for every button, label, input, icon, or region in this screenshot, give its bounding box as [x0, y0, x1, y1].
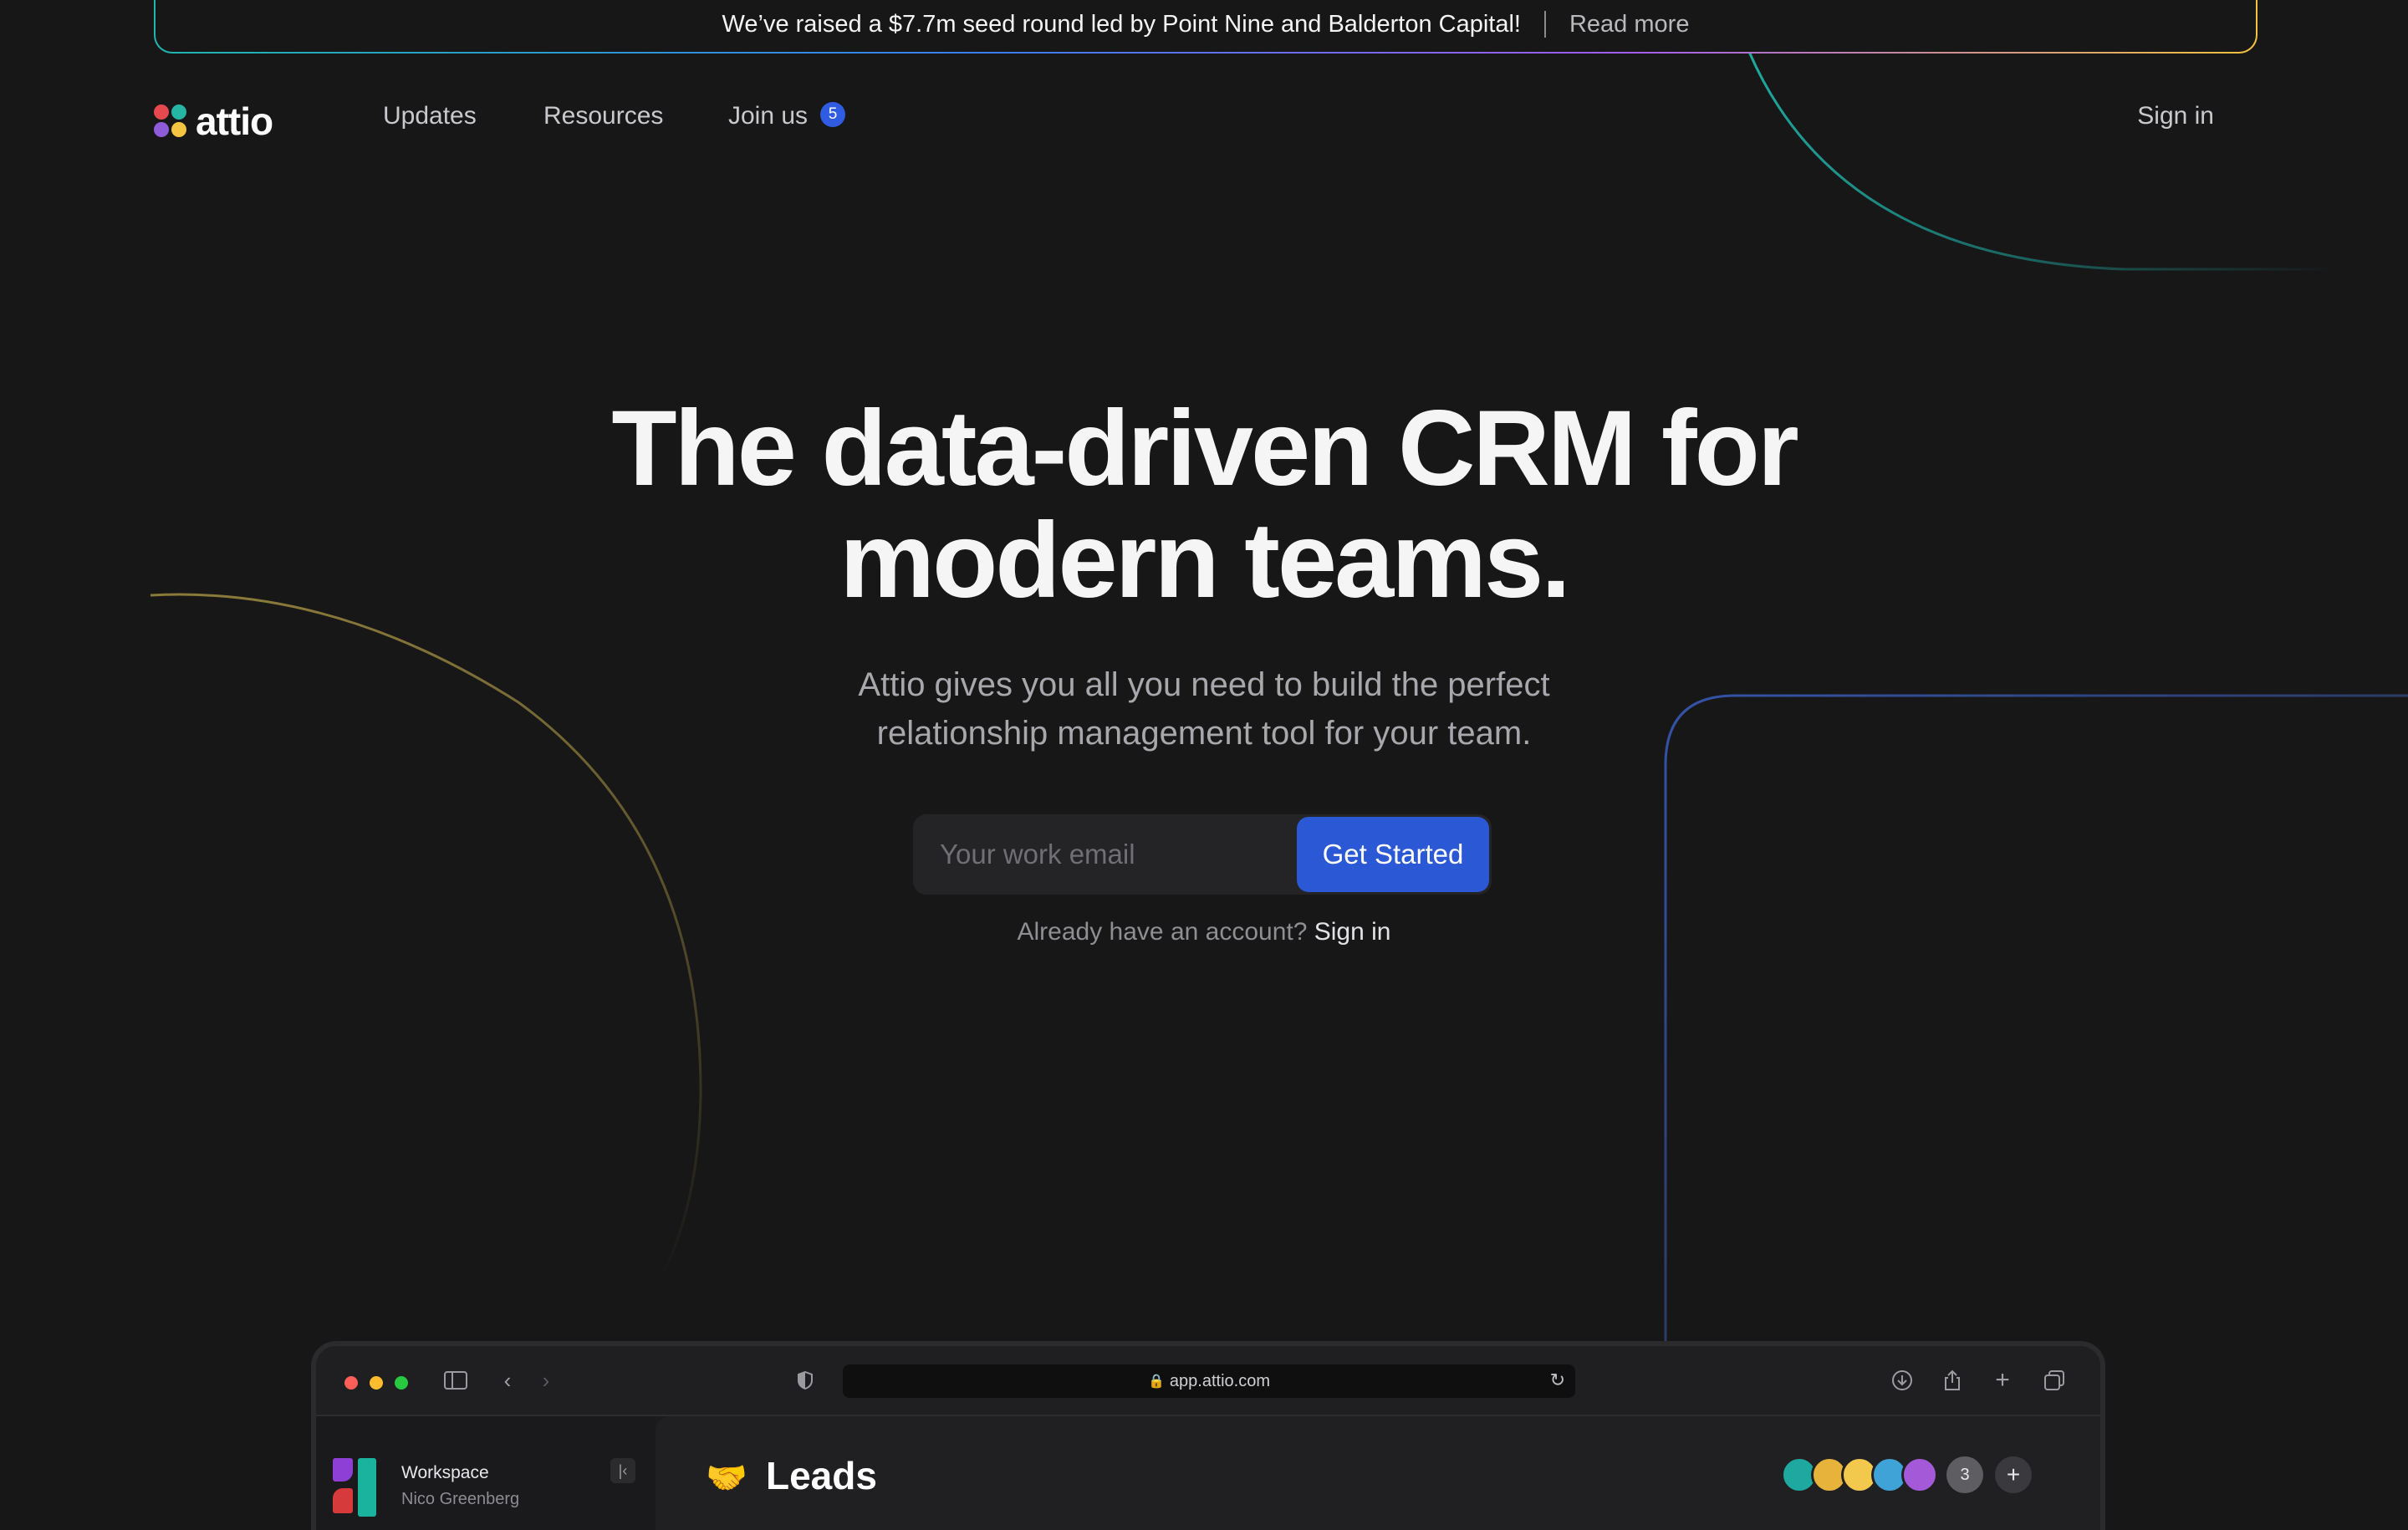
- download-icon: [1888, 1366, 1916, 1395]
- back-icon: ‹: [503, 1367, 512, 1393]
- reload-icon: ↻: [1549, 1369, 1565, 1390]
- close-dot: [344, 1376, 358, 1390]
- workspace-logo-icon: [333, 1458, 380, 1517]
- account-prompt-text: Already have an account?: [1017, 918, 1308, 946]
- hero-subtitle-line2: relationship management tool for your te…: [876, 715, 1532, 752]
- account-prompt: Already have an account? Sign in: [0, 918, 2408, 946]
- banner-divider: [1543, 11, 1546, 38]
- hero-title: The data-driven CRM for modern teams.: [0, 393, 2408, 617]
- read-more-link[interactable]: Read more: [1569, 11, 1689, 38]
- sidebar-toggle-icon: [441, 1366, 470, 1395]
- nav-resources[interactable]: Resources: [543, 102, 663, 130]
- app-preview-window: ‹ › 🔒 app.attio.com ↻ + Workspace Nico G…: [311, 1341, 2105, 1530]
- minimize-dot: [370, 1376, 383, 1390]
- collaborator-count: 3: [1946, 1456, 1983, 1493]
- add-collaborator-icon[interactable]: +: [1995, 1456, 2032, 1493]
- leads-title: Leads: [766, 1454, 877, 1497]
- hero-subtitle-line1: Attio gives you all you need to build th…: [858, 666, 1550, 703]
- lock-icon: 🔒: [1148, 1374, 1165, 1389]
- announcement-banner: We’ve raised a $7.7m seed round led by P…: [154, 0, 2258, 54]
- avatar: [1901, 1456, 1938, 1493]
- tabs-overview-icon: [2040, 1366, 2069, 1395]
- signup-form: Get Started: [913, 813, 1492, 895]
- join-us-badge: 5: [820, 102, 845, 127]
- workspace-user: Nico Greenberg: [401, 1490, 520, 1508]
- hero-sign-in-link[interactable]: Sign in: [1314, 918, 1391, 946]
- nav-updates[interactable]: Updates: [383, 102, 477, 130]
- logo-wordmark: attio: [196, 99, 273, 143]
- logo-mark-icon: [154, 105, 187, 138]
- app-main: 🤝 Leads 3 +: [656, 1416, 2100, 1530]
- maximize-dot: [395, 1376, 408, 1390]
- handshake-icon: 🤝: [706, 1460, 747, 1497]
- get-started-button[interactable]: Get Started: [1297, 817, 1489, 892]
- forward-icon: ›: [542, 1367, 550, 1393]
- share-icon: [1938, 1366, 1967, 1395]
- nav-sign-in[interactable]: Sign in: [2137, 102, 2214, 130]
- banner-message: We’ve raised a $7.7m seed round led by P…: [722, 10, 1521, 38]
- hero-title-line2: modern teams.: [839, 501, 1570, 620]
- nav-join-us[interactable]: Join us: [728, 102, 808, 130]
- shield-icon: [791, 1366, 819, 1395]
- workspace-name: Workspace: [401, 1463, 489, 1482]
- hero-title-line1: The data-driven CRM for: [611, 389, 1798, 508]
- hero-subtitle: Attio gives you all you need to build th…: [0, 660, 2408, 757]
- collapse-sidebar-icon[interactable]: |‹: [610, 1458, 635, 1483]
- app-sidebar: Workspace Nico Greenberg |‹: [316, 1416, 656, 1530]
- url-text: app.attio.com: [1169, 1371, 1270, 1390]
- browser-toolbar: ‹ › 🔒 app.attio.com ↻ +: [316, 1346, 2100, 1416]
- attio-logo[interactable]: attio: [154, 99, 273, 144]
- address-bar: 🔒 app.attio.com ↻: [843, 1364, 1575, 1398]
- new-tab-icon: +: [1995, 1366, 2010, 1394]
- email-input[interactable]: [913, 813, 1297, 895]
